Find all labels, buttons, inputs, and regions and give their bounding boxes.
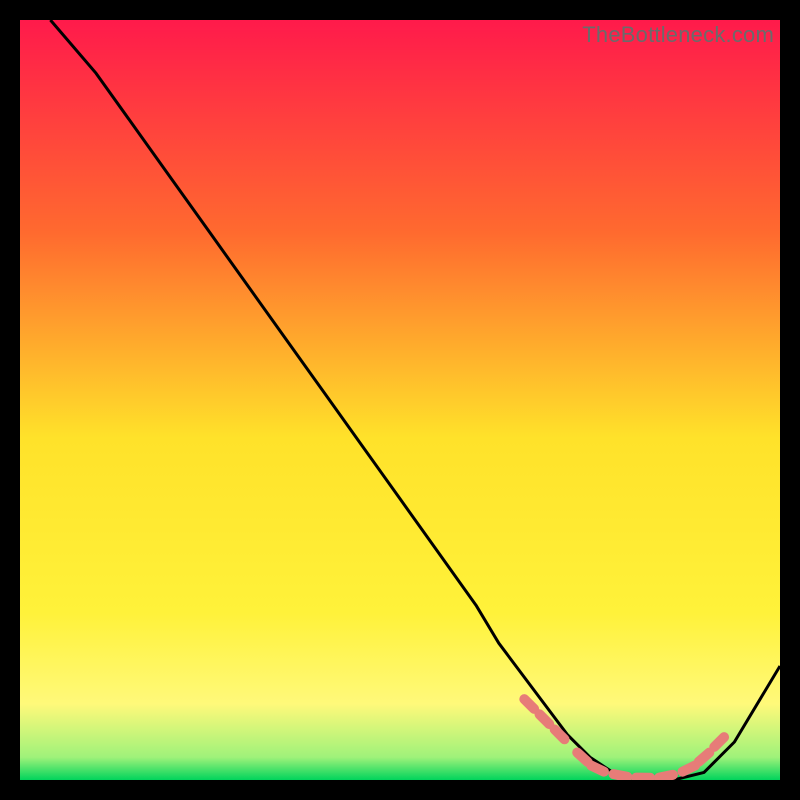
gradient-background (20, 20, 780, 780)
accent-dot (714, 737, 724, 747)
watermark-text: TheBottleneck.com (582, 22, 774, 48)
chart-frame: TheBottleneck.com (20, 20, 780, 780)
accent-dot (591, 766, 604, 772)
bottleneck-chart (20, 20, 780, 780)
accent-dot (524, 699, 534, 709)
accent-dot (614, 774, 628, 777)
accent-dot (540, 714, 550, 724)
accent-dot (699, 753, 710, 762)
accent-dot (555, 730, 565, 740)
accent-dot (577, 753, 587, 762)
accent-dot (683, 766, 696, 772)
accent-dot (659, 775, 673, 778)
